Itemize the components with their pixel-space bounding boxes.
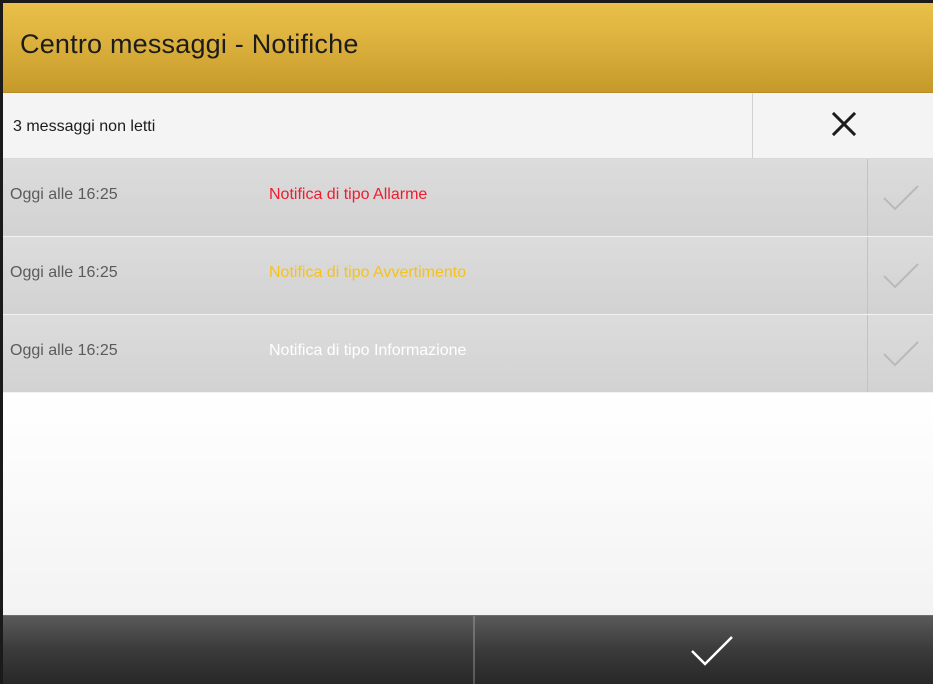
acknowledge-button[interactable] (867, 315, 933, 392)
title-bar: Centro messaggi - Notifiche (3, 3, 933, 93)
notification-message: Notifica di tipo Avvertimento (269, 264, 467, 281)
notification-row[interactable]: Oggi alle 16:25 Notifica di tipo Allarme (3, 159, 933, 237)
notification-center-window: Centro messaggi - Notifiche 3 messaggi n… (0, 0, 933, 684)
check-icon (691, 636, 733, 666)
close-button[interactable] (752, 93, 933, 159)
notification-time: Oggi alle 16:25 (10, 264, 118, 281)
notification-time: Oggi alle 16:25 (10, 342, 118, 359)
page-title: Centro messaggi - Notifiche (20, 29, 359, 59)
check-icon (883, 341, 919, 367)
notification-row[interactable]: Oggi alle 16:25 Notifica di tipo Informa… (3, 315, 933, 393)
unread-status-bar: 3 messaggi non letti (3, 93, 933, 159)
notification-row[interactable]: Oggi alle 16:25 Notifica di tipo Avverti… (3, 237, 933, 315)
notification-message: Notifica di tipo Informazione (269, 342, 467, 359)
footer-toolbar (3, 615, 933, 684)
check-icon (883, 185, 919, 211)
unread-count-label: 3 messaggi non letti (13, 118, 156, 135)
notification-time: Oggi alle 16:25 (10, 186, 118, 203)
confirm-button[interactable] (475, 616, 933, 684)
check-icon (883, 263, 919, 289)
footer-left-button[interactable] (3, 616, 473, 684)
empty-list-area (3, 393, 933, 615)
notification-list: Oggi alle 16:25 Notifica di tipo Allarme… (3, 159, 933, 393)
notification-message: Notifica di tipo Allarme (269, 186, 428, 203)
acknowledge-button[interactable] (867, 237, 933, 314)
acknowledge-button[interactable] (867, 159, 933, 236)
close-icon (831, 111, 857, 137)
